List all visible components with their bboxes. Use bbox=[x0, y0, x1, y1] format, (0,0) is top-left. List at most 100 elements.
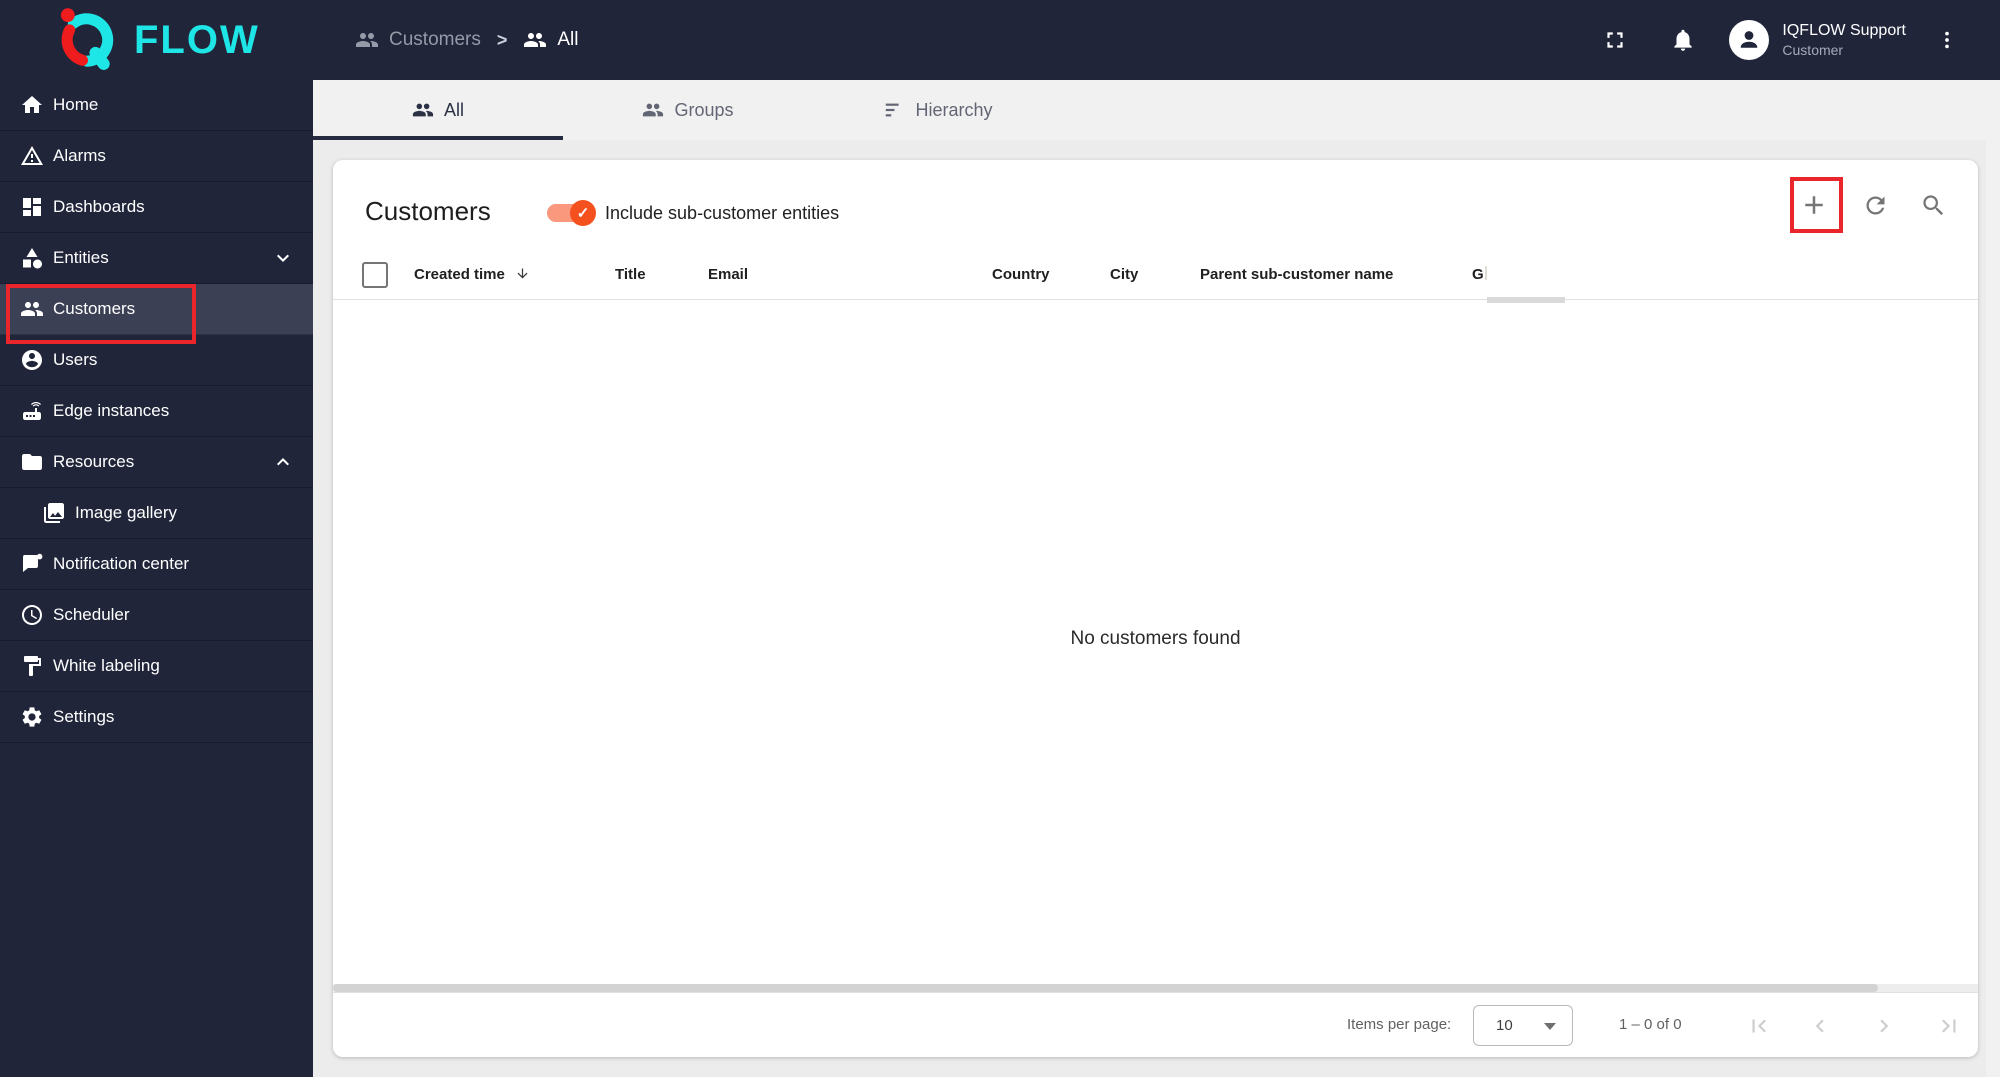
people-icon bbox=[412, 99, 434, 121]
tab-label: All bbox=[443, 99, 464, 120]
sidebar-item-users[interactable]: Users bbox=[0, 335, 313, 386]
paginator: Items per page: 10 1 – 0 of 0 bbox=[333, 992, 1978, 1057]
first-page-button[interactable] bbox=[1739, 1006, 1779, 1046]
sidebar-item-label: Edge instances bbox=[53, 401, 170, 420]
tab-label: Groups bbox=[674, 99, 734, 120]
warning-triangle-icon bbox=[20, 144, 44, 168]
fullscreen-button[interactable] bbox=[1595, 20, 1635, 60]
tab-groups[interactable]: Groups bbox=[563, 80, 813, 140]
sidebar-item-home[interactable]: Home bbox=[0, 80, 313, 131]
sidebar-item-dashboards[interactable]: Dashboards bbox=[0, 182, 313, 233]
user-role: Customer bbox=[1782, 42, 1844, 59]
tab-label: Hierarchy bbox=[915, 99, 993, 120]
column-header-created-time[interactable]: Created time bbox=[414, 250, 530, 300]
breadcrumb-customers[interactable]: Customers bbox=[355, 28, 481, 52]
sidebar-item-entities[interactable]: Entities bbox=[0, 233, 313, 284]
iq-logo-icon bbox=[52, 5, 126, 75]
toggle-label: Include sub-customer entities bbox=[605, 203, 840, 223]
select-all-checkbox[interactable] bbox=[362, 262, 388, 288]
page-size-select[interactable]: 10 bbox=[1473, 1005, 1573, 1046]
vertical-scrollbar-track[interactable] bbox=[1986, 80, 2000, 1077]
search-button[interactable] bbox=[1913, 185, 1953, 225]
tab-all[interactable]: All bbox=[313, 80, 563, 140]
sidebar-item-label: Dashboards bbox=[53, 197, 145, 216]
router-icon bbox=[20, 399, 44, 423]
next-page-button[interactable] bbox=[1864, 1006, 1904, 1046]
column-header-parent-sub-customer[interactable]: Parent sub-customer name bbox=[1200, 250, 1393, 300]
app-root: FLOW Customers > All IQFLOW Support Cust… bbox=[0, 0, 2000, 1077]
fullscreen-icon bbox=[1602, 27, 1628, 53]
sidebar-item-label: Scheduler bbox=[53, 605, 130, 624]
sidebar-item-label: Customers bbox=[53, 299, 136, 318]
user-avatar[interactable] bbox=[1729, 20, 1770, 60]
card-title: Customers bbox=[365, 196, 491, 226]
chevron-right-icon bbox=[1871, 1013, 1897, 1039]
first-page-icon bbox=[1746, 1013, 1772, 1039]
paint-roller-icon bbox=[20, 654, 44, 678]
select-caret-icon bbox=[1544, 1023, 1556, 1030]
sidebar-item-customers[interactable]: Customers bbox=[0, 284, 313, 335]
header-scroll-indicator bbox=[1487, 297, 1565, 303]
user-name: IQFLOW Support bbox=[1782, 21, 1906, 39]
breadcrumb-label: All bbox=[557, 29, 579, 50]
sidebar-item-label: Home bbox=[53, 95, 99, 114]
search-icon bbox=[1920, 192, 1947, 219]
tab-hierarchy[interactable]: Hierarchy bbox=[813, 80, 1063, 140]
column-header-country[interactable]: Country bbox=[992, 250, 1050, 300]
avatar-person-icon bbox=[1734, 25, 1764, 55]
more-menu-button[interactable] bbox=[1930, 20, 1964, 60]
last-page-icon bbox=[1936, 1013, 1962, 1039]
previous-page-button[interactable] bbox=[1800, 1006, 1840, 1046]
sidebar-nav: Home Alarms Dashboards Entities Customer… bbox=[0, 80, 313, 1077]
horizontal-scrollbar-thumb[interactable] bbox=[333, 984, 1878, 992]
empty-table-message: No customers found bbox=[1070, 628, 1241, 649]
sidebar-item-label: Entities bbox=[53, 248, 109, 267]
column-header-city[interactable]: City bbox=[1110, 250, 1138, 300]
sidebar-item-settings[interactable]: Settings bbox=[0, 692, 313, 743]
page-size-value: 10 bbox=[1496, 1017, 1513, 1034]
column-header-truncated[interactable]: G bbox=[1472, 250, 1487, 300]
sidebar-item-edge-instances[interactable]: Edge instances bbox=[0, 386, 313, 437]
notifications-bell-icon bbox=[1670, 27, 1696, 53]
truncated-text-artifact bbox=[1484, 266, 1487, 280]
column-header-email[interactable]: Email bbox=[708, 250, 748, 300]
breadcrumb-label: Customers bbox=[389, 29, 481, 50]
horizontal-scrollbar-track bbox=[333, 984, 1978, 992]
sidebar-item-image-gallery[interactable]: Image gallery bbox=[0, 488, 313, 539]
include-sub-customer-toggle[interactable]: ✓ bbox=[547, 200, 596, 226]
hierarchy-lines-icon bbox=[883, 99, 905, 121]
plus-icon bbox=[1799, 190, 1829, 220]
people-icon bbox=[355, 28, 379, 52]
breadcrumb-all[interactable]: All bbox=[523, 28, 579, 52]
sidebar-item-label: Notification center bbox=[53, 554, 190, 573]
sidebar-item-white-labeling[interactable]: White labeling bbox=[0, 641, 313, 692]
message-badge-icon bbox=[20, 552, 44, 576]
logo-wordmark: FLOW bbox=[134, 17, 260, 62]
account-circle-icon bbox=[20, 348, 44, 372]
iqflow-logo[interactable]: FLOW bbox=[52, 7, 260, 73]
top-header-bar: FLOW Customers > All IQFLOW Support Cust… bbox=[0, 0, 2000, 80]
folder-icon bbox=[20, 450, 44, 474]
shapes-icon bbox=[20, 246, 44, 270]
clock-icon bbox=[20, 603, 44, 627]
chevron-up-icon bbox=[271, 450, 295, 474]
sidebar-item-label: Users bbox=[53, 350, 98, 369]
last-page-button[interactable] bbox=[1929, 1006, 1969, 1046]
sidebar-item-scheduler[interactable]: Scheduler bbox=[0, 590, 313, 641]
paginator-range-label: 1 – 0 of 0 bbox=[1619, 1016, 1682, 1033]
sidebar-item-alarms[interactable]: Alarms bbox=[0, 131, 313, 182]
breadcrumb-separator: > bbox=[496, 29, 508, 50]
breadcrumb: Customers > All bbox=[355, 0, 579, 80]
column-header-title[interactable]: Title bbox=[615, 250, 646, 300]
notifications-button[interactable] bbox=[1663, 20, 1703, 60]
sidebar-item-notification-center[interactable]: Notification center bbox=[0, 539, 313, 590]
user-info[interactable]: IQFLOW Support Customer bbox=[1782, 20, 1906, 60]
gear-icon bbox=[20, 705, 44, 729]
sidebar-item-label: Image gallery bbox=[75, 503, 178, 522]
people-icon bbox=[523, 28, 547, 52]
sidebar-item-resources[interactable]: Resources bbox=[0, 437, 313, 488]
topbar-actions: IQFLOW Support Customer bbox=[1595, 0, 1964, 80]
customers-table-card: Customers ✓ Include sub-customer entitie… bbox=[333, 160, 1978, 1057]
add-customer-button[interactable] bbox=[1794, 185, 1834, 225]
refresh-button[interactable] bbox=[1855, 185, 1895, 225]
